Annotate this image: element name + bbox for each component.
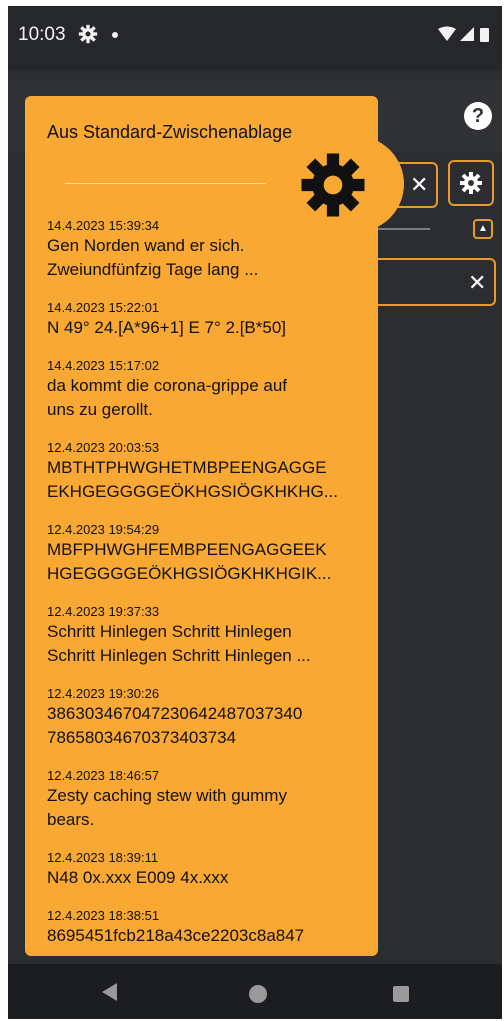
clear-icon[interactable]: ✕	[468, 270, 486, 296]
clipboard-item[interactable]: 12.4.2023 20:03:53 MBTHTPHWGHETMBPEENGAG…	[47, 440, 369, 504]
clipboard-item[interactable]: 12.4.2023 19:54:29 MBFPHWGHFEMBPEENGAGGE…	[47, 522, 369, 586]
clip-date: 12.4.2023 20:03:53	[47, 440, 160, 455]
clipboard-item[interactable]: 12.4.2023 18:38:51 8695451fcb218a43ce220…	[47, 908, 369, 948]
clip-date: 14.4.2023 15:22:01	[47, 300, 160, 315]
clip-text: bears.	[47, 810, 95, 829]
settings-notification-icon	[78, 24, 98, 44]
clipboard-item[interactable]: 14.4.2023 15:17:02 da kommt die corona-g…	[47, 358, 369, 422]
clip-text: 38630346704723064248703734​0	[47, 704, 303, 723]
clip-date: 12.4.2023 18:46:57	[47, 768, 160, 783]
clip-text: EKHGEGGGGEÖKHGSIÖGKHKHG...	[47, 482, 338, 501]
clip-text: HGEGGGGEÖKHGSIÖGKHKHGIK...	[47, 564, 332, 583]
clip-date: 14.4.2023 15:17:02	[47, 358, 160, 373]
clip-text: Gen Norden wand er sich.	[47, 236, 245, 255]
help-icon[interactable]: ?	[464, 102, 492, 130]
clip-text: MBTHTPHWGHETMBPEENGAGGE	[47, 458, 327, 477]
clip-date: 12.4.2023 19:54:29	[47, 522, 160, 537]
clip-date: 12.4.2023 19:30:26	[47, 686, 160, 701]
clipboard-item[interactable]: 12.4.2023 19:30:26 386303467047230642487…	[47, 686, 369, 750]
clip-text: 78658034670373403734	[47, 728, 237, 747]
clip-text: da kommt die corona-grippe auf	[47, 376, 288, 395]
wifi-signal-battery-icons	[438, 26, 489, 42]
status-time: 10:03	[18, 24, 66, 45]
home-icon[interactable]	[249, 985, 267, 1003]
clip-text: N48 0x.xxx E009 4x.xxx	[47, 868, 229, 887]
clip-text: Zweiundfünfzig Tage lang ...	[47, 260, 259, 279]
clipboard-item[interactable]: 12.4.2023 18:46:57 Zesty caching stew wi…	[47, 768, 369, 832]
popup-settings-button[interactable]	[266, 136, 404, 232]
notification-dot-icon	[112, 32, 118, 38]
clip-text: 8695451fcb218a43ce2203c8a847	[47, 926, 305, 945]
clip-date: 12.4.2023 18:38:51	[47, 908, 160, 923]
clip-date: 12.4.2023 19:37:33	[47, 604, 160, 619]
gear-icon	[460, 172, 482, 194]
clip-text: Schritt Hinlegen Schritt Hinlegen	[47, 622, 292, 641]
clipboard-item[interactable]: 12.4.2023 19:37:33 Schritt Hinlegen Schr…	[47, 604, 369, 668]
status-bar: 10:03	[8, 6, 502, 70]
clip-text: Zesty caching stew with gummy	[47, 786, 287, 805]
phone-screen: 10:03 ? ✕ ▲ ✕ Aus Standard-Zwischenablag…	[8, 6, 502, 1019]
clip-text: Schritt Hinlegen Schritt Hinlegen ...	[47, 646, 311, 665]
clipboard-list: 14.4.2023 15:39:34 Gen Norden wand er si…	[47, 218, 369, 956]
clip-text: uns zu gerollt.	[47, 400, 153, 419]
clipboard-item[interactable]: 14.4.2023 15:22:01 N 49° 24.[A*96+1] E 7…	[47, 300, 369, 340]
clip-text: MBFPHWGHFEMBPEENGAGGEEK	[47, 540, 327, 559]
clip-text: N 49° 24.[A*96+1] E 7° 2.[B*50]	[47, 318, 287, 337]
gear-icon	[301, 153, 365, 217]
clear-icon[interactable]: ✕	[410, 172, 428, 198]
back-icon[interactable]	[102, 983, 117, 1001]
popup-title: Aus Standard-Zwischenablage	[47, 122, 293, 142]
collapse-button[interactable]: ▲	[473, 219, 493, 239]
settings-button[interactable]	[448, 160, 494, 206]
clip-date: 12.4.2023 18:39:11	[47, 850, 159, 865]
recents-icon[interactable]	[393, 986, 409, 1002]
clipboard-item[interactable]: 12.4.2023 18:39:11 N48 0x.xxx E009 4x.xx…	[47, 850, 369, 890]
popup-divider	[65, 183, 283, 184]
